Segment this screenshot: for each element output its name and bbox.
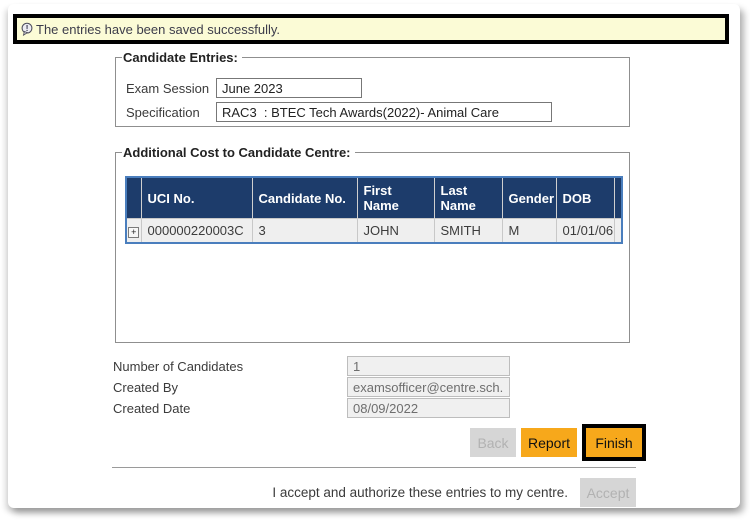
last-name-cell: SMITH [434,219,502,243]
success-banner: ! The entries have been saved successful… [13,14,729,44]
gender-column-header: Gender [502,177,556,219]
action-buttons: Back Report Finish [470,424,646,461]
last-name-column-header: Last Name [434,177,502,219]
uci-cell: 000000220003C [141,219,252,243]
number-of-candidates-input[interactable] [347,356,510,376]
dob-column-header: DOB [556,177,614,219]
created-by-label: Created By [113,380,347,395]
candidate-entries-legend: Candidate Entries: [122,50,242,65]
created-date-label: Created Date [113,401,347,416]
candidates-table: UCI No. Candidate No. First Name Last Na… [125,176,623,244]
banner-message: The entries have been saved successfully… [36,22,280,37]
first-name-cell: JOHN [357,219,434,243]
end-cell [614,219,622,243]
summary-section: Number of Candidates Created By Created … [113,356,533,419]
candidate-entries-fieldset: Candidate Entries: Exam Session Specific… [115,50,630,127]
page-card: ! The entries have been saved successful… [8,4,740,508]
back-button[interactable]: Back [470,428,516,457]
created-by-input[interactable] [347,377,510,397]
candidate-no-column-header: Candidate No. [252,177,357,219]
finish-button-highlight: Finish [582,424,646,461]
expander-cell: + [126,219,141,243]
dob-cell: 01/01/06 [556,219,614,243]
exam-session-label: Exam Session [126,81,216,96]
screenshot-stage: ! The entries have been saved successful… [0,0,750,526]
accept-button[interactable]: Accept [580,478,636,507]
candidate-no-cell: 3 [252,219,357,243]
finish-button[interactable]: Finish [586,428,642,457]
expander-column-header [126,177,141,219]
number-of-candidates-label: Number of Candidates [113,359,347,374]
report-button[interactable]: Report [521,428,577,457]
uci-column-header: UCI No. [141,177,252,219]
accept-statement: I accept and authorize these entries to … [272,485,568,500]
accept-section: I accept and authorize these entries to … [112,478,636,507]
specification-label: Specification [126,105,216,120]
svg-text:!: ! [26,24,29,33]
first-name-column-header: First Name [357,177,434,219]
additional-cost-legend: Additional Cost to Candidate Centre: [122,145,355,160]
exam-session-input[interactable] [216,78,362,98]
info-bubble-icon: ! [20,22,34,36]
specification-input[interactable] [216,102,552,122]
table-row: + 000000220003C 3 JOHN SMITH M 01/01/06 [126,219,622,243]
additional-cost-fieldset: Additional Cost to Candidate Centre: UCI… [115,145,630,343]
footer-divider [112,467,636,468]
end-column-header [614,177,622,219]
table-header-row: UCI No. Candidate No. First Name Last Na… [126,177,622,219]
expand-row-button[interactable]: + [128,227,139,238]
gender-cell: M [502,219,556,243]
created-date-input[interactable] [347,398,510,418]
